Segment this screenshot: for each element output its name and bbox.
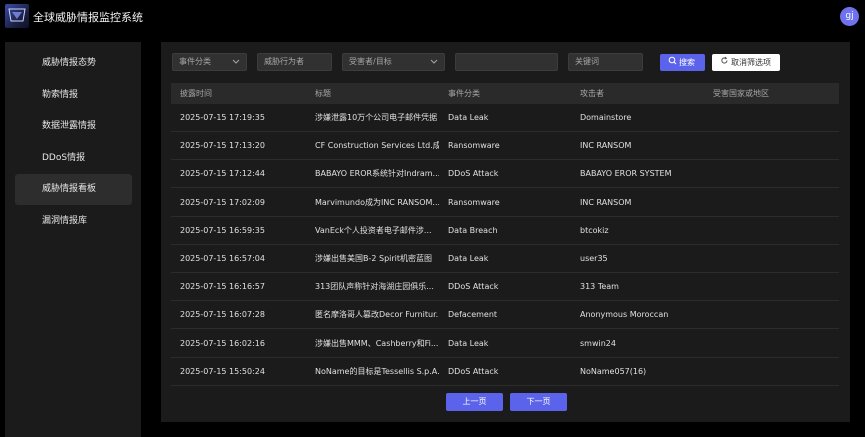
cell-attacker: Anonymous Moroccan xyxy=(580,310,669,320)
app-logo xyxy=(5,4,29,28)
cell-title[interactable]: BABAYO EROR系统针对Indram... xyxy=(315,160,439,188)
sidebar-item-label: 数据泄露情报 xyxy=(42,121,97,131)
column-header-title[interactable]: 标题 xyxy=(315,83,331,104)
event-type-select[interactable]: 事件分类 xyxy=(172,53,247,71)
table-row[interactable]: 2025-07-15 16:16:57 313团队声称针对海湖庄园俱乐... DDo… xyxy=(171,273,839,302)
cell-event-type: Ransomware xyxy=(448,197,500,207)
clear-filters-button[interactable]: 取消筛选项 xyxy=(712,54,780,71)
sidebar-item-label: 威胁情报看板 xyxy=(42,184,97,194)
sidebar-item-ransomware[interactable]: 勒索情报 xyxy=(15,80,132,111)
cell-attacker: user35 xyxy=(580,254,608,263)
victim-select-value: 受害者/目标 xyxy=(349,57,392,66)
cell-title[interactable]: 涉嫌泄露10万个公司电子邮件凭据 xyxy=(315,104,439,132)
top-bar: 全球威胁情报监控系统 gj xyxy=(0,0,865,33)
cell-time: 2025-07-15 16:07:28 xyxy=(180,310,265,320)
cell-time: 2025-07-15 16:57:04 xyxy=(180,254,265,263)
table-row[interactable]: 2025-07-15 17:12:44 BABAYO EROR系统针对Indram… xyxy=(171,160,839,189)
table-row[interactable]: 2025-07-15 17:13:20 CF Construction Servi… xyxy=(171,132,839,161)
table-row[interactable]: 2025-07-15 16:02:16 涉嫌出售MMM、Cashberry和Fi.… xyxy=(171,330,839,358)
sidebar-item-label: 威胁情报态势 xyxy=(42,58,97,68)
cell-event-type: Data Leak xyxy=(448,254,489,263)
table-row[interactable]: 2025-07-15 17:02:09 Marvimundo成为INC RANSO… xyxy=(171,189,839,217)
table-header: 披露时间 标题 事件分类 攻击者 受害国家或地区 xyxy=(171,83,839,104)
cell-time: 2025-07-15 16:16:57 xyxy=(180,282,265,292)
user-avatar[interactable]: gj xyxy=(840,7,859,26)
cell-time: 2025-07-15 16:59:35 xyxy=(180,225,265,235)
table-row[interactable]: 2025-07-15 16:59:35 VanEck个人投资者电子邮件涉... Da… xyxy=(171,217,839,245)
sidebar-item-vulnerability[interactable]: 漏洞情报库 xyxy=(15,206,132,237)
cell-title[interactable]: CF Construction Services Ltd.成... xyxy=(315,132,439,160)
app-title: 全球威胁情报监控系统 xyxy=(33,11,143,24)
cell-title[interactable]: Marvimundo成为INC RANSOM... xyxy=(315,189,439,217)
column-header-time[interactable]: 披露时间 xyxy=(180,83,212,104)
next-page-button[interactable]: 下一页 xyxy=(510,393,567,411)
column-header-attacker[interactable]: 攻击者 xyxy=(580,83,604,104)
cell-attacker: Domainstore xyxy=(580,113,632,122)
sidebar-item-label: 勒索情报 xyxy=(42,90,79,100)
cell-event-type: Data Leak xyxy=(448,338,489,348)
cell-time: 2025-07-15 16:02:16 xyxy=(180,338,265,348)
cell-attacker: NoName057(16) xyxy=(580,366,647,376)
cell-time: 2025-07-15 17:02:09 xyxy=(180,197,265,207)
sidebar-item-dashboard[interactable]: 威胁情报看板 xyxy=(15,174,132,205)
cell-event-type: Data Leak xyxy=(448,113,489,122)
cell-title[interactable]: 匿名摩洛哥人篡改Decor Furnitur... xyxy=(315,301,439,329)
cell-time: 2025-07-15 15:50:24 xyxy=(180,366,265,376)
sidebar: 威胁情报态势 勒索情报 数据泄露情报 DDoS情报 威胁情报看板 漏洞情报库 xyxy=(5,42,141,437)
refresh-icon xyxy=(720,54,729,71)
cell-title[interactable]: 涉嫌出售MMM、Cashberry和Fi... xyxy=(315,330,439,358)
cell-event-type: DDoS Attack xyxy=(448,366,499,376)
cell-time: 2025-07-15 17:12:44 xyxy=(180,169,265,179)
clear-filters-label: 取消筛选项 xyxy=(731,58,771,67)
cell-title[interactable]: NoName的目标是Tessellis S.p.A.... xyxy=(315,358,439,386)
cell-time: 2025-07-15 17:19:35 xyxy=(180,113,265,122)
cell-attacker: INC RANSOM xyxy=(580,141,632,151)
cell-attacker: smwin24 xyxy=(580,338,616,348)
cell-attacker: INC RANSOM xyxy=(580,197,632,207)
sidebar-item-label: DDoS情报 xyxy=(42,153,86,163)
column-header-region[interactable]: 受害国家或地区 xyxy=(713,83,769,104)
cell-title[interactable]: 涉嫌出售美国B-2 Spirit机密蓝图 xyxy=(315,245,439,273)
table-row[interactable]: 2025-07-15 16:57:04 涉嫌出售美国B-2 Spirit机密蓝图 D… xyxy=(171,245,839,273)
search-button-label: 搜索 xyxy=(679,58,695,67)
search-button[interactable]: 搜索 xyxy=(660,54,705,71)
cell-event-type: DDoS Attack xyxy=(448,169,499,179)
cell-event-type: Data Breach xyxy=(448,225,498,235)
cell-attacker: BABAYO EROR SYSTEM xyxy=(580,169,672,179)
table-row[interactable]: 2025-07-15 15:50:24 NoName的目标是Tessellis S… xyxy=(171,358,839,386)
cell-event-type: DDoS Attack xyxy=(448,282,499,292)
actor-input-placeholder: 威胁行为者 xyxy=(264,57,304,66)
cell-event-type: Ransomware xyxy=(448,141,500,151)
cell-attacker: 313 Team xyxy=(580,282,619,292)
actor-input[interactable]: 威胁行为者 xyxy=(257,53,332,71)
sidebar-item-label: 漏洞情报库 xyxy=(42,216,88,226)
keyword-input[interactable]: 关键词 xyxy=(568,53,643,71)
cell-title[interactable]: VanEck个人投资者电子邮件涉... xyxy=(315,217,439,245)
event-type-select-value: 事件分类 xyxy=(179,57,211,66)
cell-attacker: btcokiz xyxy=(580,225,609,235)
previous-page-button[interactable]: 上一页 xyxy=(446,393,503,411)
victim-select[interactable]: 受害者/目标 xyxy=(342,53,445,71)
table-row[interactable]: 2025-07-15 16:07:28 匿名摩洛哥人篡改Decor Furnitu… xyxy=(171,301,839,330)
chevron-down-icon xyxy=(232,55,240,75)
cell-title[interactable]: 313团队声称针对海湖庄园俱乐... xyxy=(315,273,439,301)
sidebar-item-ddos[interactable]: DDoS情报 xyxy=(15,143,132,174)
cell-event-type: Defacement xyxy=(448,310,498,320)
sidebar-item-threat-situation[interactable]: 威胁情报态势 xyxy=(15,48,132,79)
cell-time: 2025-07-15 17:13:20 xyxy=(180,141,265,151)
keyword-input-placeholder: 关键词 xyxy=(575,57,599,66)
sidebar-item-data-leak[interactable]: 数据泄露情报 xyxy=(15,111,132,142)
date-range-input[interactable] xyxy=(455,53,558,71)
main-panel: 事件分类 威胁行为者 受害者/目标 关键词 搜索 取消筛选项 披露时间 标题 事… xyxy=(161,42,850,422)
chevron-down-icon xyxy=(430,55,438,75)
search-icon xyxy=(668,54,677,71)
column-header-type[interactable]: 事件分类 xyxy=(448,83,480,104)
table-row[interactable]: 2025-07-15 17:19:35 涉嫌泄露10万个公司电子邮件凭据 Data … xyxy=(171,104,839,132)
